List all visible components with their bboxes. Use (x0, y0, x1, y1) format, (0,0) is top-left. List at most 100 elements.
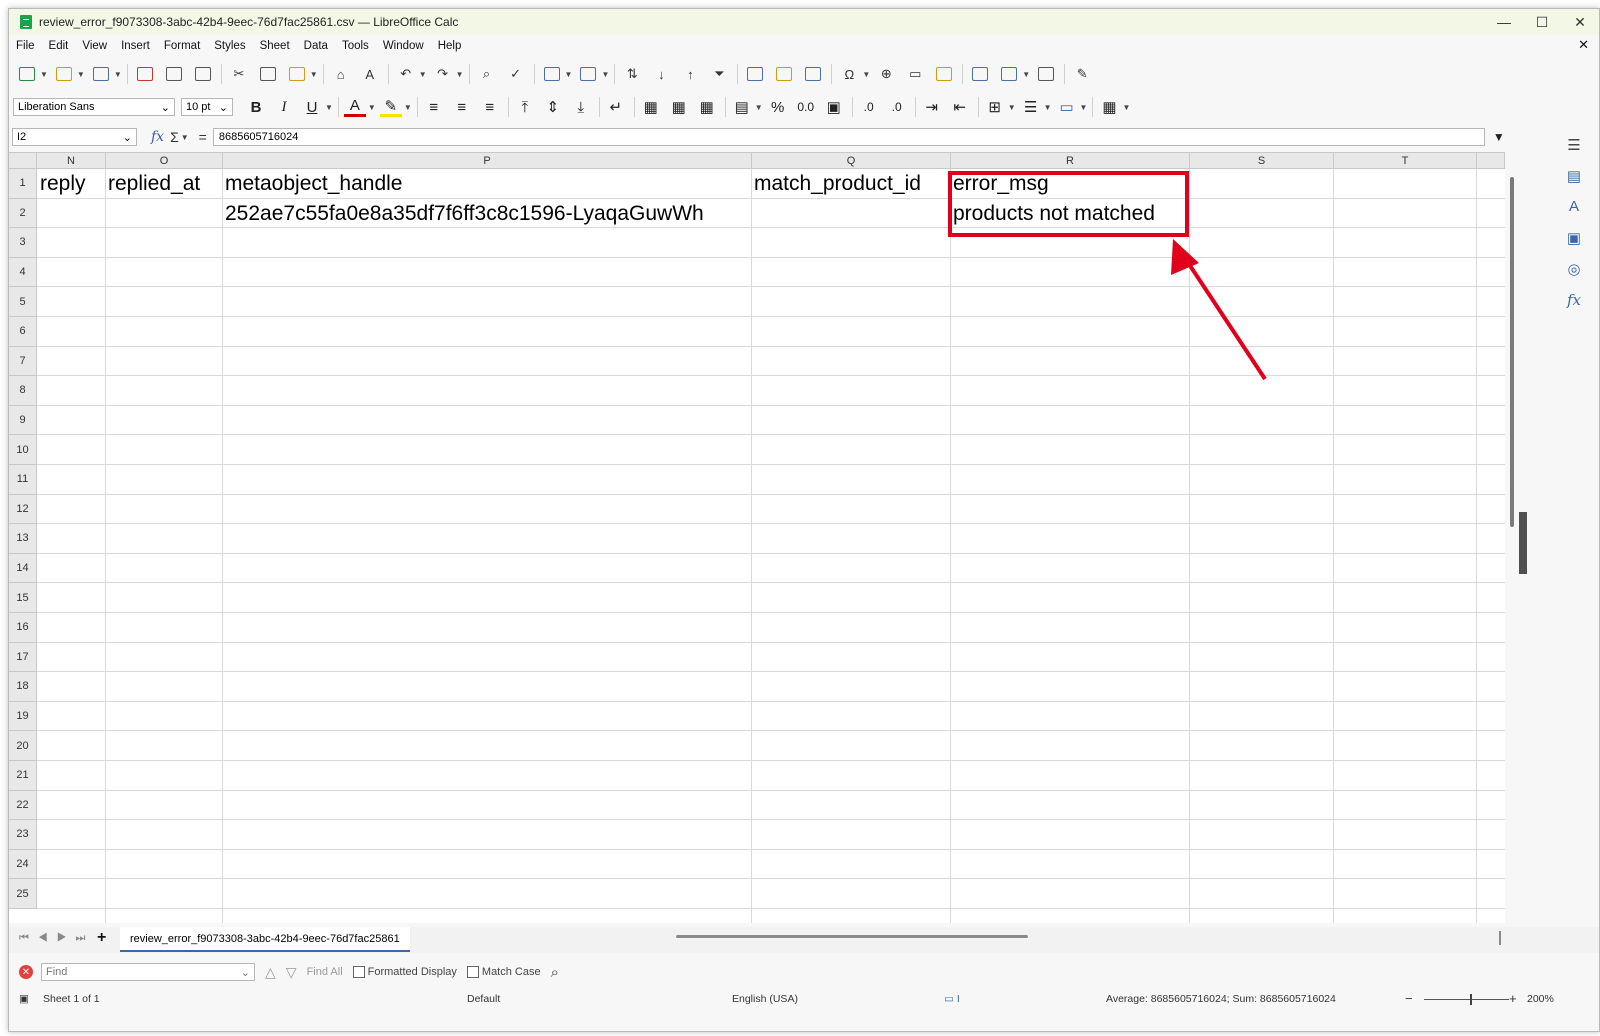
column-icon[interactable] (576, 63, 600, 85)
row-header[interactable]: 2 (9, 198, 37, 229)
font-color-icon[interactable]: A (343, 97, 366, 117)
wrap-text-icon[interactable]: ↵ (605, 96, 627, 118)
column-header-n[interactable]: N (37, 153, 106, 169)
selection-summary[interactable]: Average: 8685605716024; Sum: 86856057160… (1106, 993, 1336, 1005)
horizontal-scrollbar[interactable] (676, 935, 1028, 938)
border-style-dropdown-icon[interactable]: ▼ (1044, 103, 1052, 112)
copy-icon[interactable] (256, 63, 280, 85)
find-replace-icon[interactable]: ⌕ (475, 63, 499, 85)
styles-icon[interactable]: A (1565, 198, 1583, 215)
date-format-icon[interactable]: ▣ (823, 96, 845, 118)
special-character-dropdown-icon[interactable]: ▼ (862, 70, 870, 79)
row-header[interactable]: 3 (9, 228, 37, 258)
column-header-t[interactable]: T (1334, 153, 1477, 169)
row-header[interactable]: 19 (9, 701, 37, 732)
redo-icon[interactable]: ↷ (431, 63, 455, 85)
cell-p1[interactable]: metaobject_handle (225, 169, 402, 198)
column-header-s[interactable]: S (1190, 153, 1334, 169)
underline-button[interactable]: U (301, 96, 323, 118)
find-replace-dialog-icon[interactable]: ⌕ (551, 964, 559, 981)
clear-formatting-icon[interactable]: A (358, 63, 382, 85)
menu-window[interactable]: Window (376, 40, 431, 52)
row-icon[interactable] (540, 63, 564, 85)
formatted-display-checkbox[interactable]: Formatted Display (352, 966, 457, 978)
font-color-dropdown-icon[interactable]: ▼ (368, 103, 376, 112)
special-character-icon[interactable]: Ω (837, 63, 861, 85)
decrease-indent-icon[interactable]: ⇤ (949, 96, 971, 118)
sheet-navigation-icon[interactable]: ⏮◀▶⏭ (19, 932, 94, 945)
zoom-in-button[interactable]: + (1509, 991, 1517, 1006)
border-color-icon[interactable]: ▭ (1056, 96, 1078, 118)
vertical-scroll-thumb[interactable] (1510, 177, 1514, 527)
align-left-icon[interactable]: ≡ (423, 96, 445, 118)
show-draw-functions-icon[interactable]: ✎ (1070, 63, 1094, 85)
add-sheet-button[interactable]: + (97, 929, 106, 947)
cell-o1[interactable]: replied_at (108, 169, 200, 198)
menu-help[interactable]: Help (431, 40, 469, 52)
save-icon[interactable] (89, 63, 113, 85)
vertical-scrollbar[interactable] (1510, 159, 1516, 919)
cell-p2[interactable]: 252ae7c55fa0e8a35df7f6ff3c8c1596-LyaqaGu… (225, 199, 704, 228)
freeze-dropdown-icon[interactable]: ▼ (1022, 70, 1030, 79)
column-header-p[interactable]: P (223, 153, 752, 169)
insert-image-icon[interactable] (743, 63, 767, 85)
row-header[interactable]: 17 (9, 642, 37, 673)
row-header[interactable]: 7 (9, 346, 37, 377)
gallery-icon[interactable]: ▣ (1565, 229, 1583, 247)
font-name-combobox[interactable]: Liberation Sans ⌄ (13, 98, 175, 116)
menu-sheet[interactable]: Sheet (253, 40, 297, 52)
select-all-corner[interactable] (9, 153, 37, 169)
sort-icon[interactable]: ⇅ (620, 63, 644, 85)
bold-button[interactable]: B (245, 96, 267, 118)
print-preview-icon[interactable] (191, 63, 215, 85)
paste-icon[interactable] (285, 63, 309, 85)
document-modified-icon[interactable]: ▣ (19, 993, 29, 1005)
minimize-button[interactable]: — (1485, 14, 1523, 30)
zoom-out-button[interactable]: − (1405, 991, 1413, 1006)
sort-descending-icon[interactable]: ↑ (678, 63, 702, 85)
row-header[interactable]: 6 (9, 317, 37, 347)
new-document-icon[interactable] (15, 63, 39, 85)
row-header[interactable]: 21 (9, 761, 37, 791)
find-input[interactable]: Find ⌄ (41, 963, 255, 981)
sheet-tab-active[interactable]: review_error_f9073308-3abc-42b4-9eec-76d… (120, 927, 410, 952)
row-header[interactable]: 9 (9, 405, 37, 436)
close-window-button[interactable]: ✕ (1561, 14, 1599, 31)
row-header[interactable]: 15 (9, 583, 37, 613)
column-header-o[interactable]: O (106, 153, 223, 169)
language[interactable]: English (USA) (732, 993, 798, 1005)
underline-dropdown-icon[interactable]: ▼ (325, 103, 333, 112)
hyperlink-icon[interactable]: ⊕ (874, 63, 898, 85)
sidebar-menu-icon[interactable]: ☰ (1565, 136, 1583, 154)
column-header-q[interactable]: Q (752, 153, 951, 169)
borders-dropdown-icon[interactable]: ▼ (1008, 103, 1016, 112)
row-header[interactable]: 16 (9, 613, 37, 643)
align-bottom-icon[interactable]: ⤓ (570, 96, 592, 118)
increase-indent-icon[interactable]: ⇥ (921, 96, 943, 118)
row-header[interactable]: 1 (9, 169, 37, 199)
highlight-color-icon[interactable]: ✎ (379, 98, 402, 117)
font-size-combobox[interactable]: 10 pt ⌄ (181, 98, 233, 116)
merge-center-icon[interactable]: ▦ (640, 96, 662, 118)
print-icon[interactable] (162, 63, 186, 85)
sum-dropdown-icon[interactable]: ▼ (181, 133, 189, 142)
delete-decimal-icon[interactable]: .0 (886, 96, 908, 118)
column-header-r[interactable]: R (951, 153, 1190, 169)
page-style[interactable]: Default (467, 993, 500, 1005)
row-header[interactable]: 8 (9, 376, 37, 406)
percent-format-button[interactable]: % (767, 96, 789, 118)
cut-icon[interactable]: ✂ (227, 63, 251, 85)
comment-icon[interactable]: ▭ (903, 63, 927, 85)
align-top-icon[interactable]: ⤒ (514, 96, 536, 118)
save-dropdown-icon[interactable]: ▼ (114, 70, 122, 79)
functions-icon[interactable]: fx (1565, 291, 1583, 309)
function-wizard-icon[interactable]: fx (151, 129, 164, 145)
freeze-rows-columns-icon[interactable] (997, 63, 1021, 85)
find-next-icon[interactable]: ▽ (286, 964, 297, 981)
open-dropdown-icon[interactable]: ▼ (77, 70, 85, 79)
currency-dropdown-icon[interactable]: ▼ (755, 103, 763, 112)
italic-button[interactable]: I (273, 96, 295, 118)
row-dropdown-icon[interactable]: ▼ (565, 70, 573, 79)
spelling-icon[interactable]: ✓ (504, 63, 528, 85)
number-format-button[interactable]: 0.0 (795, 96, 817, 118)
